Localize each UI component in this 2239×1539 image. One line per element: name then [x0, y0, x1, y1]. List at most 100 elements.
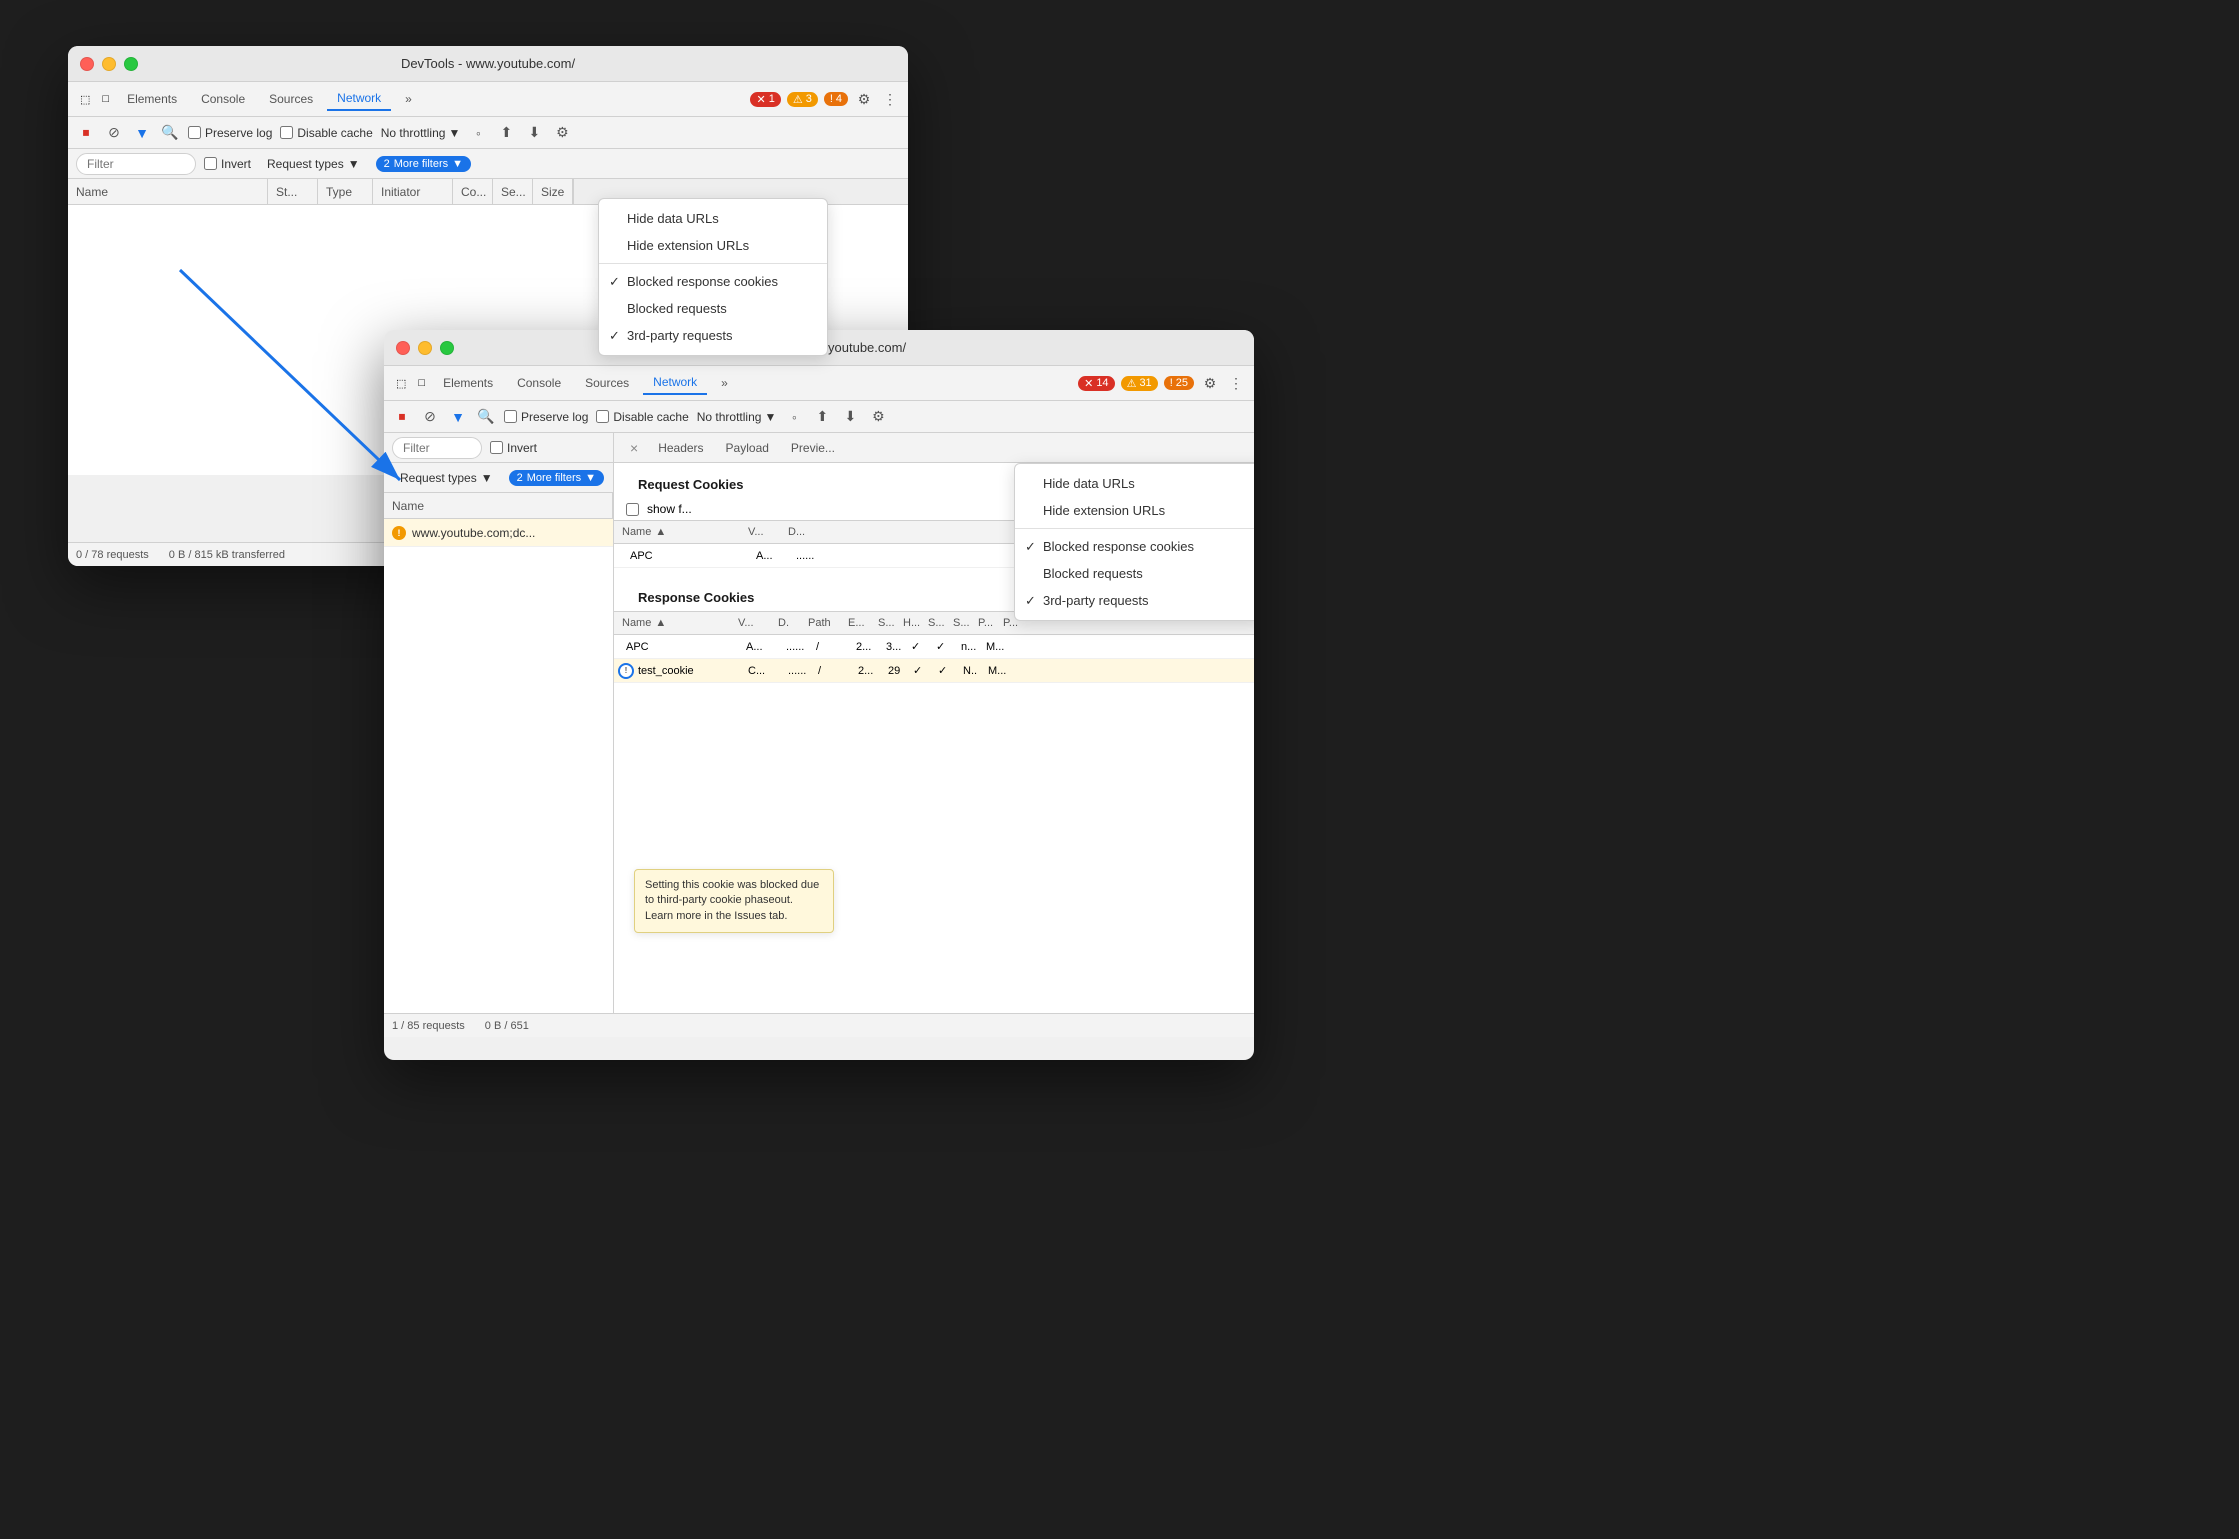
close-button-1[interactable]	[80, 57, 94, 71]
upload-icon-1[interactable]: ⬆	[496, 123, 516, 143]
tab-more-2[interactable]: »	[711, 372, 738, 394]
preserve-log-checkbox-1[interactable]	[188, 126, 201, 139]
resp-th-s3: S...	[949, 617, 974, 629]
menu-hide-data-urls-2[interactable]: Hide data URLs	[1015, 470, 1254, 497]
resp-cookie-row-2[interactable]: ! test_cookie C... ...... / 2... 29 ✓ ✓ …	[614, 659, 1254, 683]
mobile-icon-1[interactable]: □	[98, 89, 113, 109]
filter-btn-2[interactable]: ▼	[448, 407, 468, 427]
menu-blocked-resp-cookies-1[interactable]: Blocked response cookies	[599, 268, 827, 295]
traffic-lights-1[interactable]	[80, 57, 138, 71]
invert-label-2[interactable]: Invert	[490, 441, 537, 455]
filter-toolbar-1: Invert Request types ▼ 2 More filters ▼	[68, 149, 908, 179]
panel-tab-preview[interactable]: Previe...	[781, 437, 845, 459]
tab-sources-2[interactable]: Sources	[575, 372, 639, 394]
tab-network-2[interactable]: Network	[643, 371, 707, 395]
request-types-btn-2[interactable]: Request types ▼	[392, 469, 501, 487]
request-types-btn-1[interactable]: Request types ▼	[259, 155, 368, 173]
minimize-button-1[interactable]	[102, 57, 116, 71]
status-bar-2: 1 / 85 requests 0 B / 651	[384, 1013, 1254, 1037]
tab-network-1[interactable]: Network	[327, 87, 391, 111]
error-badge-1: ✕ 1	[750, 92, 780, 107]
error-badge-2: ✕ 14	[1078, 376, 1114, 391]
menu-hide-data-urls-1[interactable]: Hide data URLs	[599, 205, 827, 232]
throttle-select-2[interactable]: No throttling ▼	[697, 410, 777, 424]
menu-blocked-resp-cookies-2[interactable]: Blocked response cookies	[1015, 533, 1254, 560]
more-filters-btn-1[interactable]: 2 More filters ▼	[376, 156, 471, 172]
panel-tab-payload[interactable]: Payload	[716, 437, 779, 459]
menu-blocked-requests-2[interactable]: Blocked requests	[1015, 560, 1254, 587]
show-filtered-checkbox[interactable]	[626, 503, 639, 516]
panel-close-tab[interactable]: ×	[622, 436, 646, 460]
maximize-button-2[interactable]	[440, 341, 454, 355]
tab-console-1[interactable]: Console	[191, 88, 255, 110]
tab-badges-1: ✕ 1 ⚠ 3 ! 4 ⚙ ⋮	[750, 89, 900, 109]
maximize-button-1[interactable]	[124, 57, 138, 71]
mobile-icon-2[interactable]: □	[414, 373, 429, 393]
more-filters-btn-2[interactable]: 2 More filters ▼	[509, 470, 604, 486]
download-icon-2[interactable]: ⬇	[840, 407, 860, 427]
preserve-log-label-1[interactable]: Preserve log	[188, 126, 272, 140]
cookie-tooltip: Setting this cookie was blocked due to t…	[634, 869, 834, 933]
close-button-2[interactable]	[396, 341, 410, 355]
disable-cache-checkbox-1[interactable]	[280, 126, 293, 139]
disable-cache-label-2[interactable]: Disable cache	[596, 410, 688, 424]
tab-more-1[interactable]: »	[395, 88, 422, 110]
menu-divider-2	[1015, 528, 1254, 529]
disable-cache-label-1[interactable]: Disable cache	[280, 126, 372, 140]
minimize-button-2[interactable]	[418, 341, 432, 355]
invert-checkbox-1[interactable]	[204, 157, 217, 170]
menu-3rd-party-1[interactable]: 3rd-party requests	[599, 322, 827, 349]
menu-hide-ext-urls-1[interactable]: Hide extension URLs	[599, 232, 827, 259]
menu-3rd-party-2[interactable]: 3rd-party requests	[1015, 587, 1254, 614]
network-row-1[interactable]: ! www.youtube.com;dc...	[384, 519, 613, 547]
tab-elements-1[interactable]: Elements	[117, 88, 187, 110]
panel-tabs-2: × Headers Payload Previe...	[614, 433, 1254, 463]
clear-btn-1[interactable]: ⊘	[104, 123, 124, 143]
resp-cookie-path-test: /	[814, 665, 854, 677]
settings-icon-1[interactable]: ⚙	[854, 89, 874, 109]
wifi-icon-1[interactable]: ◦	[468, 123, 488, 143]
resp-cookie-row-1[interactable]: APC A... ...... / 2... 3... ✓ ✓ n... M..…	[614, 635, 1254, 659]
wifi-icon-2[interactable]: ◦	[784, 407, 804, 427]
invert-label-1[interactable]: Invert	[204, 157, 251, 171]
th-name-1: Name	[68, 179, 268, 204]
tab-elements-2[interactable]: Elements	[433, 372, 503, 394]
menu-hide-ext-urls-2[interactable]: Hide extension URLs	[1015, 497, 1254, 524]
dropdown-menu-2: Hide data URLs Hide extension URLs Block…	[1014, 463, 1254, 621]
menu-blocked-requests-1[interactable]: Blocked requests	[599, 295, 827, 322]
more-icon-2[interactable]: ⋮	[1226, 373, 1246, 393]
settings2-icon-2[interactable]: ⚙	[868, 407, 888, 427]
upload-icon-2[interactable]: ⬆	[812, 407, 832, 427]
sort-up-icon-resp: ▲	[655, 617, 666, 629]
filter-input-1[interactable]	[76, 153, 196, 175]
disable-cache-checkbox-2[interactable]	[596, 410, 609, 423]
more-icon-1[interactable]: ⋮	[880, 89, 900, 109]
th-co-1: Co...	[453, 179, 493, 204]
clear-btn-2[interactable]: ⊘	[420, 407, 440, 427]
row-name-1: www.youtube.com;dc...	[412, 526, 535, 540]
cursor-icon-2[interactable]: ⬚	[392, 373, 410, 394]
chevron-down-icon-req-2: ▼	[481, 471, 493, 485]
settings2-icon-1[interactable]: ⚙	[552, 123, 572, 143]
download-icon-1[interactable]: ⬇	[524, 123, 544, 143]
preserve-log-label-2[interactable]: Preserve log	[504, 410, 588, 424]
info-icon-2: !	[1170, 377, 1173, 389]
search-btn-2[interactable]: 🔍	[476, 407, 496, 427]
stop-recording-btn-1[interactable]: ⏹	[76, 123, 96, 143]
preserve-log-checkbox-2[interactable]	[504, 410, 517, 423]
invert-checkbox-2[interactable]	[490, 441, 503, 454]
throttle-select-1[interactable]: No throttling ▼	[381, 126, 461, 140]
info-badge-1: ! 4	[824, 92, 848, 106]
cursor-icon-1[interactable]: ⬚	[76, 89, 94, 110]
search-btn-1[interactable]: 🔍	[160, 123, 180, 143]
traffic-lights-2[interactable]	[396, 341, 454, 355]
tab-sources-1[interactable]: Sources	[259, 88, 323, 110]
filter-btn-1[interactable]: ▼	[132, 123, 152, 143]
resp-th-v: V...	[734, 617, 774, 629]
resp-cookie-p-apc: M...	[982, 641, 1007, 653]
tab-console-2[interactable]: Console	[507, 372, 571, 394]
stop-recording-btn-2[interactable]: ⏹	[392, 407, 412, 427]
settings-icon-2[interactable]: ⚙	[1200, 373, 1220, 393]
panel-tab-headers[interactable]: Headers	[648, 437, 713, 459]
filter-input-2[interactable]	[392, 437, 482, 459]
